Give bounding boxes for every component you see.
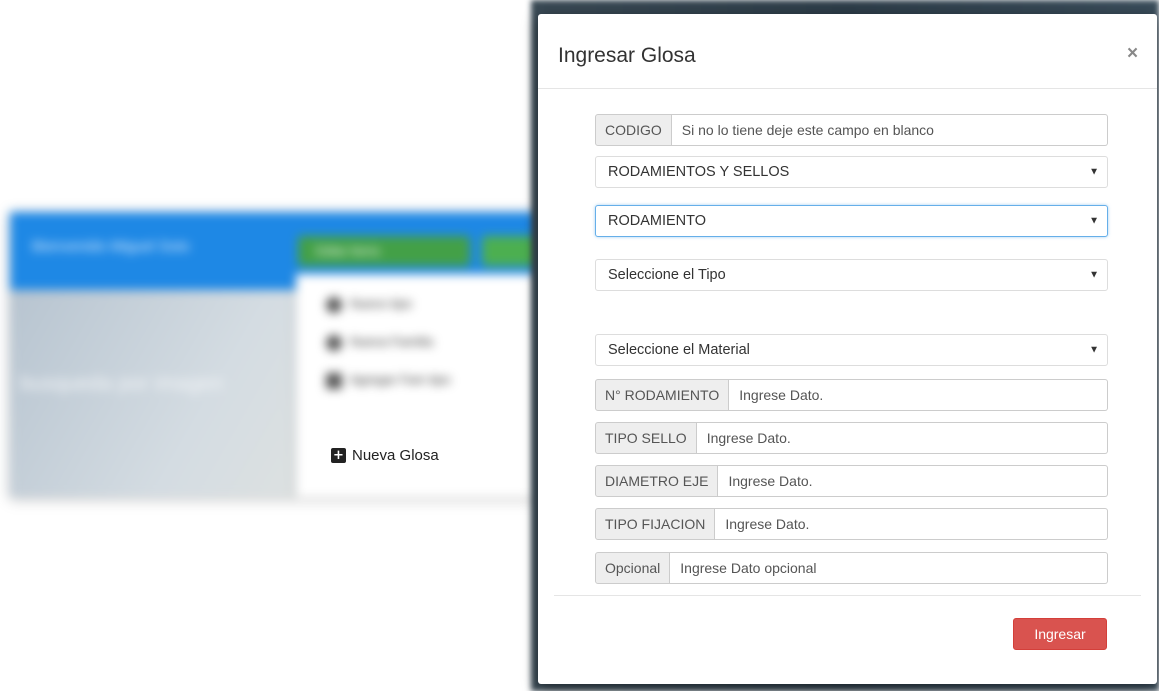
background-app: Bienvenido Miguel Soto Editar Items busq…: [10, 212, 550, 497]
subfamilia-select[interactable]: RODAMIENTO ▼: [595, 205, 1108, 237]
chevron-down-icon: ▼: [1089, 344, 1099, 356]
plus-square-icon: +: [331, 447, 346, 463]
n-rodamiento-label: N° RODAMIENTO: [595, 379, 730, 411]
tipo-select[interactable]: Seleccione el Tipo ▼: [595, 259, 1108, 291]
material-select-value: Seleccione el Material: [608, 342, 750, 358]
chevron-down-icon: ▼: [1089, 166, 1099, 178]
opcional-input-group: Opcional: [595, 552, 1108, 584]
n-rodamiento-input[interactable]: [729, 379, 1108, 411]
ingresar-button[interactable]: Ingresar: [1013, 618, 1107, 650]
tipo-fijacion-input[interactable]: [715, 508, 1108, 540]
modal-footer-divider: [554, 595, 1141, 596]
close-icon[interactable]: ×: [1127, 44, 1138, 63]
modal-header: Ingresar Glosa ×: [538, 14, 1157, 89]
tipo-sello-input-group: TIPO SELLO: [595, 422, 1108, 454]
folder-icon: [326, 372, 342, 389]
edit-items-button: Editar Items: [298, 236, 470, 266]
tipo-fijacion-input-group: TIPO FIJACION: [595, 508, 1108, 540]
new-glosa-label: Nueva Glosa: [352, 446, 439, 464]
circle-icon: [326, 296, 342, 313]
familia-select-value: RODAMIENTOS Y SELLOS: [608, 164, 790, 180]
hero-text: busqueda por imagen: [20, 372, 224, 395]
tipo-sello-input[interactable]: [696, 422, 1108, 454]
ingresar-glosa-modal: Ingresar Glosa × CODIGO RODAMIENTOS Y SE…: [538, 14, 1157, 684]
familia-select[interactable]: RODAMIENTOS Y SELLOS ▼: [595, 156, 1108, 188]
n-rodamiento-input-group: N° RODAMIENTO: [595, 379, 1108, 411]
material-select-row: Seleccione el Material ▼: [595, 334, 1108, 366]
diametro-eje-input-group: DIAMETRO EJE: [595, 465, 1108, 497]
codigo-label: CODIGO: [595, 114, 672, 146]
background-brand: Bienvenido Miguel Soto: [32, 238, 190, 255]
diametro-eje-input[interactable]: [718, 465, 1108, 497]
opcional-input[interactable]: [670, 552, 1108, 584]
codigo-input[interactable]: [671, 114, 1108, 146]
circle-icon: [326, 334, 342, 351]
modal-title: Ingresar Glosa: [558, 44, 696, 67]
dropdown-item: Nuevo tipo: [326, 296, 412, 313]
subfamilia-select-value: RODAMIENTO: [608, 213, 707, 229]
chevron-down-icon: ▼: [1089, 215, 1099, 227]
material-select[interactable]: Seleccione el Material ▼: [595, 334, 1108, 366]
new-glosa-menu-item[interactable]: + Nueva Glosa: [331, 444, 439, 466]
tipo-fijacion-label: TIPO FIJACION: [595, 508, 716, 540]
tipo-select-row: Seleccione el Tipo ▼: [595, 259, 1108, 291]
familia-select-row: RODAMIENTOS Y SELLOS ▼: [595, 156, 1108, 188]
diametro-eje-label: DIAMETRO EJE: [595, 465, 719, 497]
codigo-input-group: CODIGO: [595, 114, 1108, 146]
subfamilia-select-row: RODAMIENTO ▼: [595, 205, 1108, 237]
tipo-select-value: Seleccione el Tipo: [608, 267, 726, 283]
dropdown-item: Nueva Familia: [326, 334, 433, 351]
opcional-label: Opcional: [595, 552, 671, 584]
chevron-down-icon: ▼: [1089, 269, 1099, 281]
dropdown-item: Agregar Fam tipo: [326, 372, 450, 389]
tipo-sello-label: TIPO SELLO: [595, 422, 697, 454]
